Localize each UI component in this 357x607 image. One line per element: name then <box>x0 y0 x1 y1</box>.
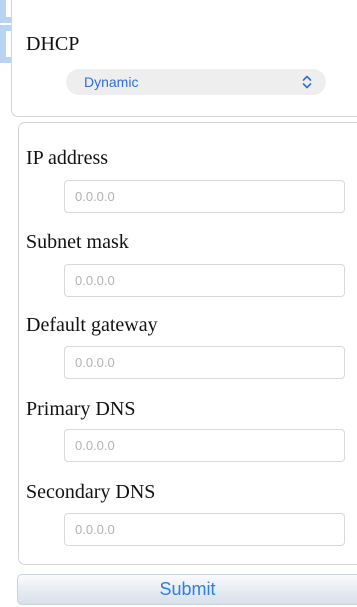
dhcp-label: DHCP <box>26 33 80 55</box>
primary-dns-label: Primary DNS <box>26 398 136 420</box>
dhcp-mode-select[interactable]: Dynamic <box>66 69 326 95</box>
ip-address-label: IP address <box>26 147 109 169</box>
default-gateway-label: Default gateway <box>26 314 158 336</box>
dhcp-mode-value: Dynamic <box>84 74 139 90</box>
secondary-dns-input[interactable] <box>64 513 345 546</box>
chevron-up-down-icon <box>302 75 312 89</box>
primary-dns-input[interactable] <box>64 429 345 462</box>
submit-button[interactable]: Submit <box>17 574 357 605</box>
default-gateway-input[interactable] <box>64 346 345 379</box>
subnet-mask-input[interactable] <box>64 264 345 297</box>
ip-address-input[interactable] <box>64 180 345 213</box>
subnet-mask-label: Subnet mask <box>26 231 129 253</box>
dhcp-section <box>11 0 357 117</box>
secondary-dns-label: Secondary DNS <box>26 481 156 503</box>
